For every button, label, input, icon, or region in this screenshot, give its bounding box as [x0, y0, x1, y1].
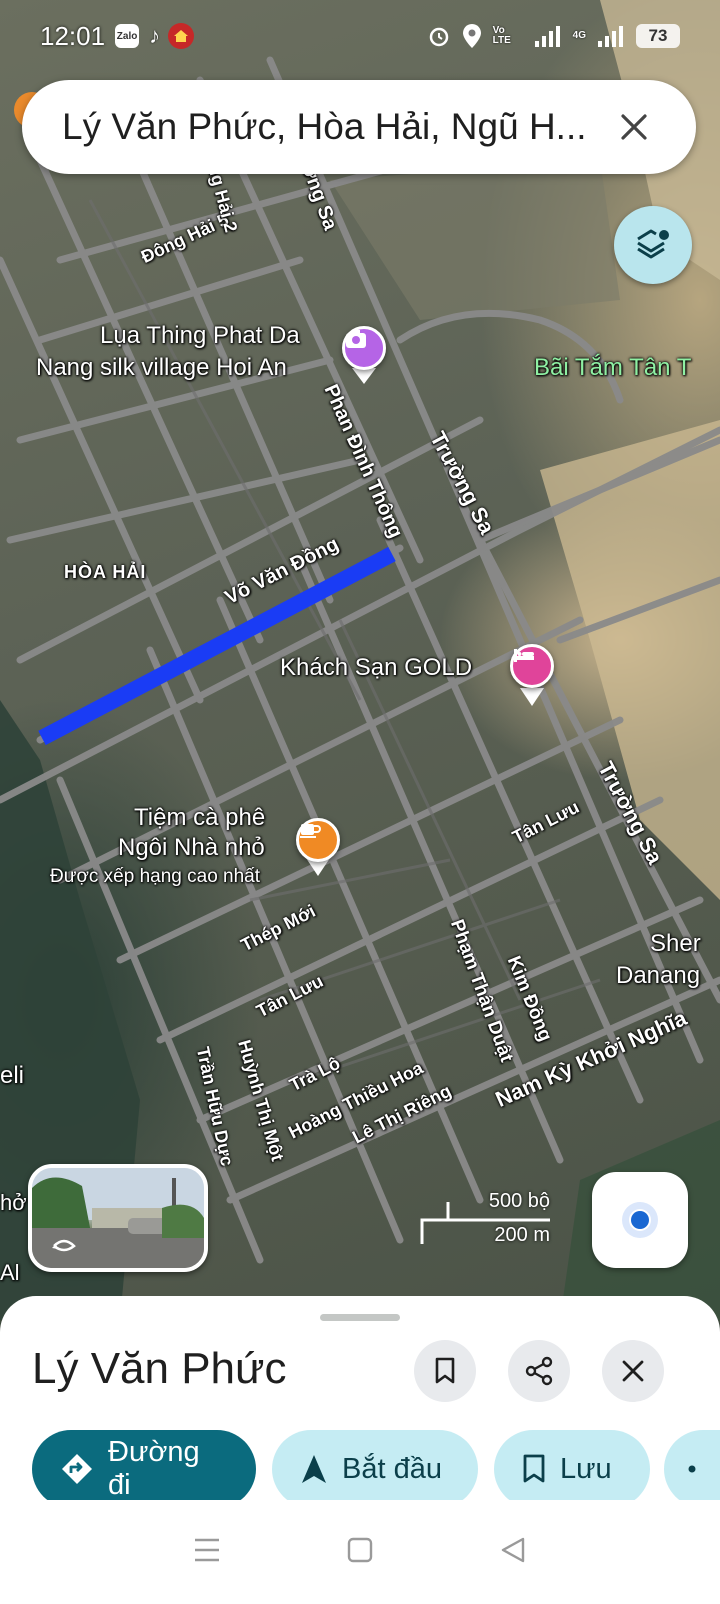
- location-status-icon: [462, 24, 481, 48]
- recent-apps-button[interactable]: [193, 1537, 221, 1568]
- directions-button[interactable]: Đường đi: [32, 1430, 256, 1508]
- camera-icon: [346, 330, 366, 348]
- bookmark-icon: [435, 1357, 455, 1384]
- network-type-label: 4G: [572, 30, 586, 41]
- alarm-icon: [429, 27, 448, 47]
- bed-icon: [514, 649, 534, 662]
- signal-strength-icon: [534, 26, 560, 47]
- status-bar: 12:01 Zalo ♪ Vo LTE 4G 73: [0, 0, 720, 72]
- back-button[interactable]: [499, 1536, 527, 1569]
- map-layers-button[interactable]: [614, 206, 692, 284]
- status-time: 12:01: [40, 20, 106, 51]
- map-scale: 500 bộ 200 m: [420, 1190, 570, 1260]
- home-app-icon: [168, 23, 195, 49]
- area-label: HÒA HẢI: [64, 562, 147, 582]
- share-icon: [688, 1459, 708, 1479]
- my-location-button[interactable]: [592, 1172, 688, 1268]
- back-triangle-icon: [502, 1537, 525, 1562]
- hotel-poi-pin[interactable]: [510, 644, 554, 688]
- clear-search-button[interactable]: [612, 105, 656, 149]
- photo-poi-pin[interactable]: [342, 326, 386, 370]
- menu-icon: [194, 1538, 219, 1561]
- close-sheet-button[interactable]: [602, 1340, 664, 1402]
- poi-label: Danang: [616, 962, 701, 989]
- poi-label-silk-village: Nang silk village Hoi An: [36, 354, 287, 381]
- street-view-thumbnail[interactable]: [28, 1164, 208, 1272]
- poi-label-cafe: Tiệm cà phê: [134, 804, 266, 831]
- poi-label-cafe-rating: Được xếp hạng cao nhất: [50, 866, 261, 887]
- zalo-icon: Zalo: [115, 24, 140, 48]
- poi-label: hở: [0, 1190, 27, 1215]
- directions-icon: [60, 1452, 94, 1486]
- cafe-poi-pin[interactable]: [296, 818, 340, 862]
- drag-handle[interactable]: [320, 1314, 400, 1321]
- tiktok-icon: ♪: [149, 23, 161, 48]
- action-chips-row[interactable]: Đường đi Bắt đầu Lưu: [0, 1430, 720, 1510]
- poi-label-cafe: Ngôi Nhà nhỏ: [118, 834, 265, 861]
- poi-label: eli: [0, 1062, 25, 1089]
- layers-icon: [637, 229, 669, 259]
- save-bookmark-button[interactable]: [414, 1340, 476, 1402]
- scale-bar: [420, 1202, 550, 1244]
- save-button[interactable]: Lưu: [494, 1430, 650, 1508]
- poi-label-silk-village: Lụa Thing Phat Da: [100, 322, 300, 349]
- bookmark-icon: [522, 1454, 546, 1484]
- navigation-arrow-icon: [300, 1453, 328, 1485]
- start-navigation-button[interactable]: Bắt đầu: [272, 1430, 478, 1508]
- coffee-cup-icon: [300, 824, 321, 838]
- map-view[interactable]: Đông Hải 5 Đông Hải 2 Trường Sa Lụa Thin…: [0, 0, 720, 1320]
- poi-label-hotel: Khách Sạn GOLD: [280, 654, 473, 681]
- start-label: Bắt đầu: [342, 1452, 442, 1485]
- save-label: Lưu: [560, 1452, 612, 1485]
- home-square-icon: [347, 1537, 373, 1562]
- system-navigation-bar: [0, 1500, 720, 1604]
- signal-strength-2-icon: [598, 26, 623, 47]
- my-location-icon: [622, 1202, 658, 1238]
- battery-indicator: 73: [636, 24, 680, 48]
- place-title: Lý Văn Phức: [32, 1344, 287, 1393]
- more-actions-chip[interactable]: [664, 1430, 720, 1508]
- status-icons: Vo LTE 4G 73: [427, 23, 680, 49]
- directions-label: Đường đi: [108, 1436, 200, 1501]
- volte-label: Vo LTE: [492, 25, 511, 46]
- share-icon: [525, 1356, 553, 1386]
- share-button[interactable]: [508, 1340, 570, 1402]
- close-icon: [621, 114, 647, 140]
- poi-label: Sher: [650, 930, 701, 957]
- search-bar[interactable]: Lý Văn Phức, Hòa Hải, Ngũ H...: [22, 80, 696, 174]
- poi-label-beach: Bãi Tắm Tân T: [534, 354, 692, 381]
- close-icon: [622, 1360, 644, 1382]
- search-query-text[interactable]: Lý Văn Phức, Hòa Hải, Ngũ H...: [62, 106, 602, 148]
- poi-label: Al: [0, 1260, 20, 1285]
- home-button[interactable]: [346, 1536, 374, 1569]
